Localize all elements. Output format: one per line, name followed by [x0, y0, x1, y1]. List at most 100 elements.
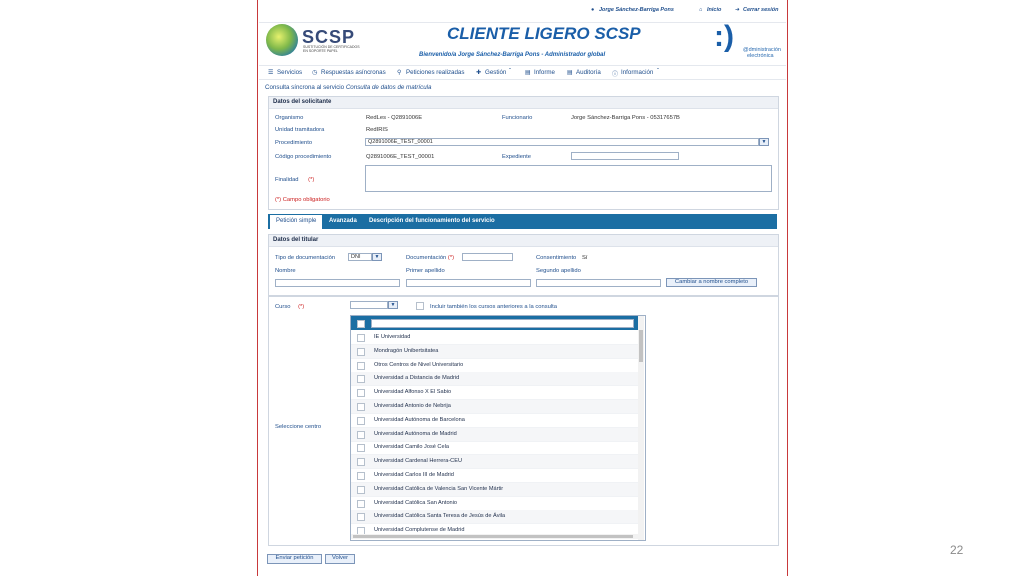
curso-label-text: Curso: [275, 304, 291, 310]
segundo-apellido-input[interactable]: [536, 279, 661, 287]
centro-checkbox[interactable]: [357, 334, 365, 342]
breadcrumb: Consulta síncrona al servicio Consulta d…: [265, 84, 432, 91]
nav-gestion[interactable]: Gestión: [485, 69, 506, 76]
chevron-down-icon[interactable]: ▼: [388, 301, 398, 309]
centro-label: Universidad Complutense de Madrid: [374, 527, 465, 534]
scroll-thumb[interactable]: [639, 330, 643, 362]
list-item[interactable]: Universidad Católica Santa Teresa de Jes…: [351, 510, 638, 525]
centro-checkbox[interactable]: [357, 472, 365, 480]
list-item[interactable]: Universidad Carlos III de Madrid: [351, 469, 638, 483]
nav-servicios[interactable]: Servicios: [277, 69, 302, 76]
procedimiento-select[interactable]: Q2891006E_TEST_00001: [365, 138, 759, 146]
filter-input[interactable]: [371, 319, 634, 328]
list-item[interactable]: Universidad a Distancia de Madrid: [351, 372, 638, 387]
centro-checkbox[interactable]: [357, 389, 365, 398]
chevron-down-icon: ˇ: [657, 69, 659, 75]
organismo-label: Organismo: [275, 115, 304, 121]
scroll-thumb[interactable]: [353, 535, 633, 538]
centro-checkbox[interactable]: [357, 499, 365, 508]
funcionario-label: Funcionario: [502, 115, 533, 121]
list-item[interactable]: Universidad Autónoma de Barcelona: [351, 414, 638, 428]
list-item[interactable]: Universidad Católica San Antonio: [351, 497, 638, 511]
tab-descripcion[interactable]: Descripción del funcionamiento del servi…: [369, 218, 495, 224]
chevron-down-icon: ˇ: [509, 69, 511, 75]
select-all-checkbox[interactable]: [357, 320, 365, 328]
logout-icon: ➜: [735, 7, 740, 13]
horizontal-scrollbar[interactable]: [351, 534, 638, 539]
list-item[interactable]: Universidad Antonio de Nebrija: [351, 400, 638, 414]
info-icon: ⓘ: [612, 72, 619, 78]
unidad-value: RedIRIS: [366, 127, 388, 133]
list-item[interactable]: Universidad Católica de Valencia San Vic…: [351, 482, 638, 497]
scsp-logo-icon: [266, 24, 298, 56]
cambiar-nombre-completo-button[interactable]: Cambiar a nombre completo: [666, 278, 757, 287]
centro-checkbox[interactable]: [357, 430, 365, 439]
list-item[interactable]: Universidad Camilo José Cela: [351, 441, 638, 456]
documentacion-input[interactable]: [462, 253, 513, 261]
centro-label: Universidad Cardenal Herrera-CEU: [374, 458, 462, 465]
administracion-electronica-logo: @dministración electrónica: [743, 47, 781, 59]
centro-label: Mondragón Unibertsitatea: [374, 347, 439, 354]
codigo-label: Código procedimiento: [275, 154, 332, 160]
centro-checkbox[interactable]: [357, 416, 365, 425]
finalidad-textarea[interactable]: [365, 165, 772, 192]
nav-informacion[interactable]: Información: [621, 69, 653, 76]
centro-listbox[interactable]: IE Universidad Mondragón Unibertsitatea Ot…: [350, 315, 646, 541]
top-bar: ● Jorge Sánchez-Barriga Pons ⌂ Inicio ➜ …: [259, 0, 786, 23]
home-link[interactable]: Inicio: [707, 7, 721, 13]
tab-avanzada[interactable]: Avanzada: [329, 218, 357, 224]
app-window: ● Jorge Sánchez-Barriga Pons ⌂ Inicio ➜ …: [259, 0, 786, 576]
nombre-label: Nombre: [275, 268, 296, 274]
app-title: CLIENTE LIGERO SCSP: [447, 24, 641, 43]
required-mark: (*): [447, 255, 455, 261]
list-item[interactable]: IE Universidad: [351, 331, 638, 345]
primer-apellido-input[interactable]: [406, 279, 531, 287]
list-item[interactable]: Universidad Alfonso X El Sabio: [351, 386, 638, 401]
anteriores-checkbox[interactable]: [416, 302, 424, 310]
nav-peticiones-realizadas[interactable]: Peticiones realizadas: [406, 69, 464, 76]
chevron-down-icon[interactable]: ▼: [372, 253, 382, 261]
nav-respuestas-asincronas[interactable]: Respuestas asíncronas: [321, 69, 386, 76]
solicitante-panel: Datos del solicitante Organismo RedLes -…: [268, 96, 779, 210]
list-header: [351, 316, 639, 330]
centro-label: Universidad Carlos III de Madrid: [374, 472, 454, 478]
home-icon: ⌂: [699, 7, 703, 13]
logo-subtitle: SUSTITUCIÓN DE CERTIFICADOS EN SOPORTE P…: [303, 45, 360, 53]
centro-checkbox[interactable]: [357, 347, 365, 356]
nav-auditoria[interactable]: Auditoría: [576, 69, 601, 76]
centro-label: Universidad Autónoma de Barcelona: [374, 416, 465, 423]
centro-checkbox[interactable]: [357, 361, 365, 370]
centro-checkbox[interactable]: [357, 513, 365, 522]
required-note: (*) Campo obligatorio: [275, 197, 330, 203]
expediente-input[interactable]: [571, 152, 679, 160]
centro-checkbox[interactable]: [357, 458, 365, 467]
list-item[interactable]: Universidad Cardenal Herrera-CEU: [351, 455, 638, 470]
back-button[interactable]: Volver: [325, 554, 355, 564]
breadcrumb-prefix: Consulta síncrona al servicio: [265, 84, 345, 91]
welcome-text: Bienvenido/a Jorge Sánchez-Barriga Pons …: [419, 52, 606, 58]
centro-checkbox[interactable]: [357, 403, 365, 411]
finalidad-label: Finalidad (*): [275, 177, 314, 183]
required-mark: (*): [298, 304, 305, 310]
required-mark: (*): [308, 177, 315, 183]
user-link[interactable]: Jorge Sánchez-Barriga Pons: [599, 7, 674, 13]
centro-label: Universidad Católica San Antonio: [374, 499, 458, 506]
curso-select[interactable]: [350, 301, 388, 309]
nombre-input[interactable]: [275, 279, 400, 287]
centro-checkbox[interactable]: [357, 485, 365, 494]
seleccione-centro-label: Seleccione centro: [275, 424, 322, 430]
solicitante-title: Datos del solicitante: [273, 99, 332, 105]
logout-link[interactable]: Cerrar sesión: [743, 7, 778, 13]
send-button[interactable]: Enviar petición: [267, 554, 322, 564]
centro-checkbox[interactable]: [357, 375, 365, 384]
centro-label: Universidad a Distancia de Madrid: [374, 375, 460, 382]
list-item[interactable]: Mondragón Unibertsitatea: [351, 344, 638, 359]
nav-informe[interactable]: Informe: [534, 69, 555, 76]
list-item[interactable]: Otros Centros de Nivel Universitario: [351, 359, 638, 373]
list-item[interactable]: Universidad Autónoma de Madrid: [351, 427, 638, 442]
chevron-down-icon[interactable]: ▼: [759, 138, 769, 146]
tab-peticion-simple[interactable]: Petición simple: [270, 215, 323, 229]
centro-checkbox[interactable]: [357, 444, 365, 453]
tipo-doc-select[interactable]: DNI: [348, 253, 372, 261]
vertical-scrollbar[interactable]: [638, 316, 644, 540]
